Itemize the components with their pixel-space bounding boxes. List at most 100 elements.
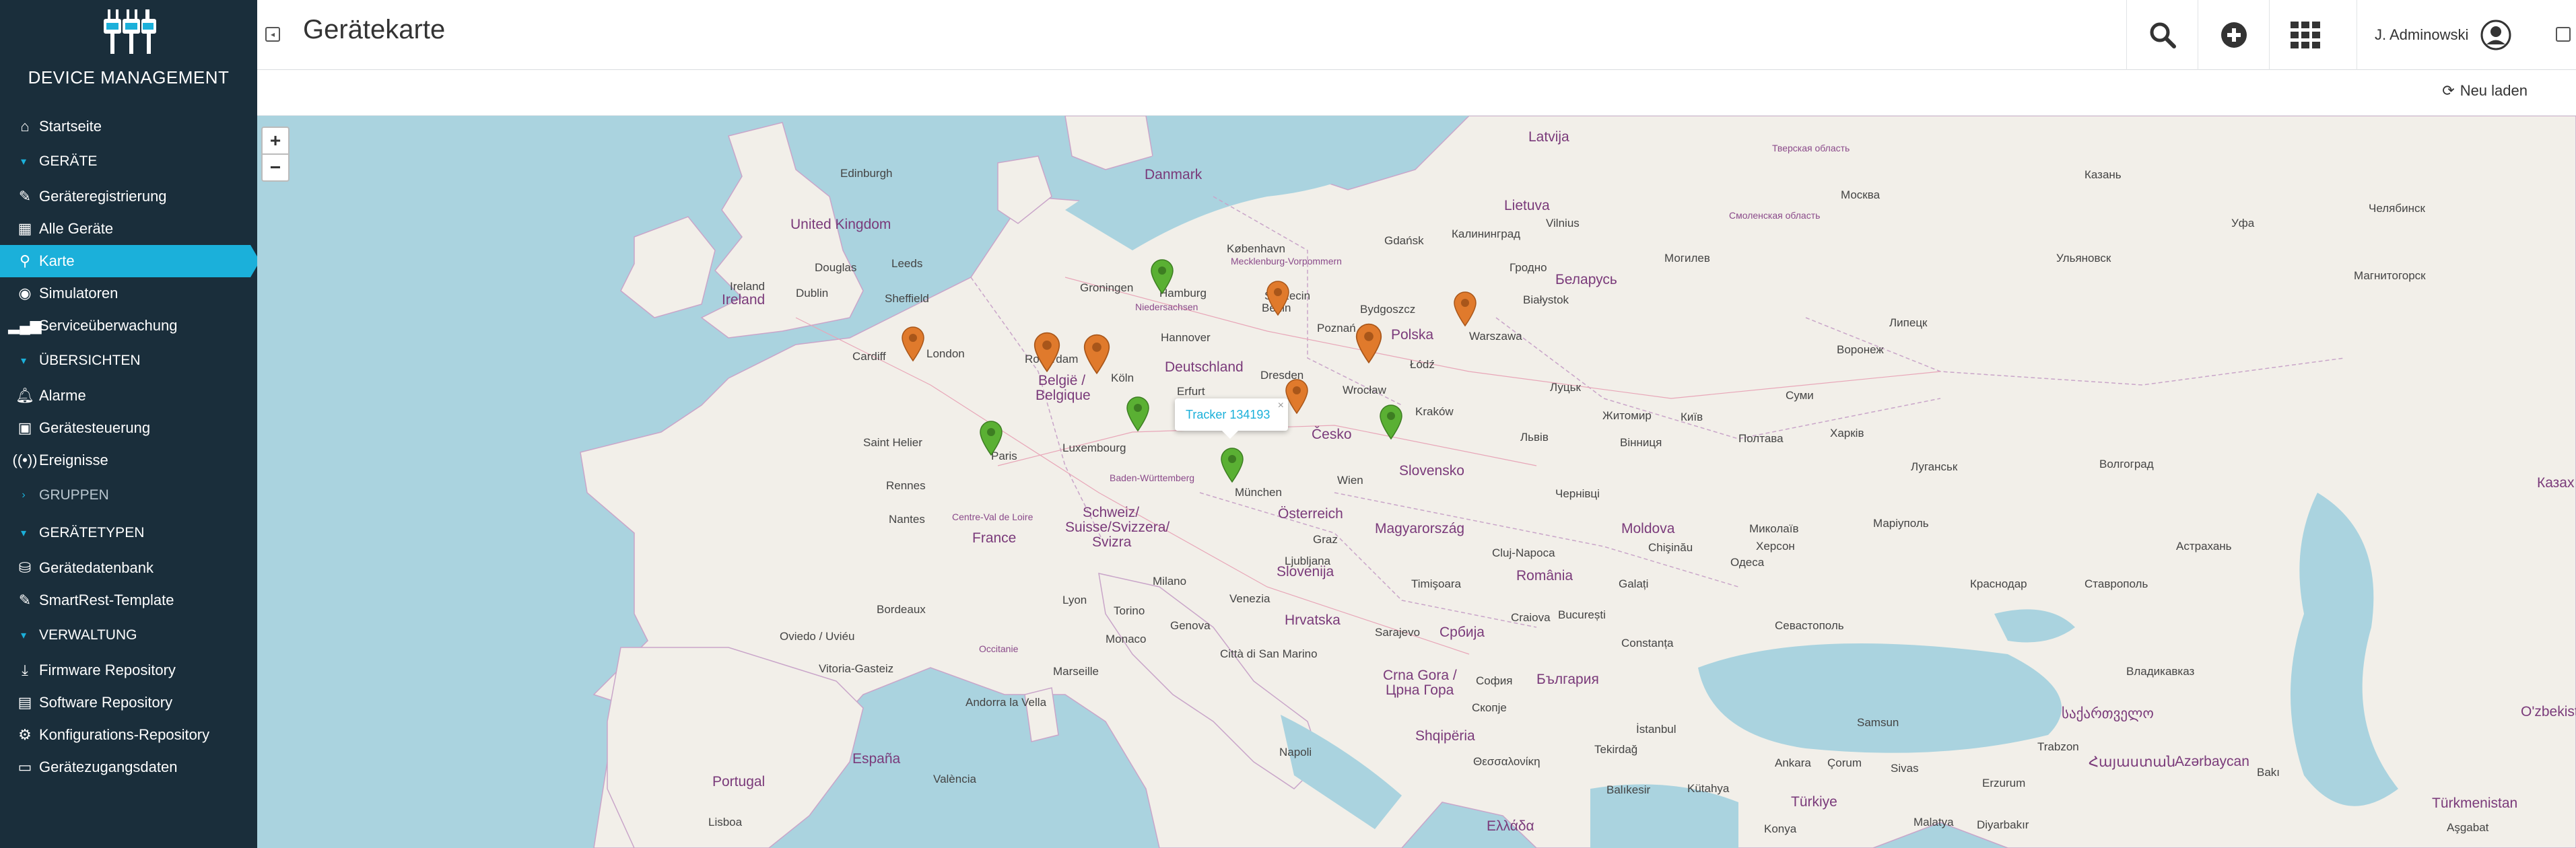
map-label: Mecklenburg-Vorpommern bbox=[1231, 256, 1342, 267]
sidebar-item-smartrest-template[interactable]: ✎ SmartRest-Template bbox=[0, 584, 257, 616]
sidebar-item-ereignisse[interactable]: ((•)) Ereignisse bbox=[0, 444, 257, 476]
device-marker[interactable] bbox=[1219, 446, 1246, 483]
search-icon bbox=[2150, 22, 2176, 48]
sidebar-item-firmware-repository[interactable]: ⤓ Firmware Repository bbox=[0, 654, 257, 686]
chevron-down-icon: ▾ bbox=[20, 156, 27, 168]
map-label: Napoli bbox=[1279, 746, 1312, 758]
map-label: Kütahya bbox=[1687, 782, 1730, 795]
device-marker[interactable] bbox=[1353, 321, 1384, 364]
sidebar-item-label: Serviceüberwachung bbox=[39, 317, 178, 334]
sidebar-item-label: Software Repository bbox=[39, 694, 173, 711]
zoom-in-button[interactable]: + bbox=[261, 127, 290, 155]
map-label: Херсон bbox=[1756, 540, 1795, 553]
sidebar-item-label: Karte bbox=[39, 252, 75, 269]
search-button[interactable] bbox=[2126, 0, 2198, 70]
map-label: Հայաստան bbox=[2089, 754, 2176, 770]
chevron-down-icon: ▾ bbox=[20, 528, 27, 539]
brand[interactable]: DEVICE MANAGEMENT bbox=[0, 0, 257, 101]
sidebar-item-geraetezugangsdaten[interactable]: ▭ Gerätezugangsdaten bbox=[0, 751, 257, 783]
sidebar-item-alarme[interactable]: 🔔︎ Alarme bbox=[0, 380, 257, 412]
map-label: Saint Helier bbox=[863, 436, 922, 449]
sidebar-item-simulatoren[interactable]: ◉ Simulatoren bbox=[0, 277, 257, 310]
map-label: Ульяновск bbox=[2056, 252, 2111, 264]
add-button[interactable] bbox=[2198, 0, 2269, 70]
map-label: Belgique bbox=[1036, 388, 1091, 403]
sidebar-group-gruppen[interactable]: › GRUPPEN bbox=[0, 476, 257, 514]
device-marker[interactable] bbox=[900, 324, 926, 362]
device-marker[interactable] bbox=[1452, 289, 1479, 327]
device-marker[interactable] bbox=[1149, 257, 1176, 295]
map-label: Venezia bbox=[1229, 592, 1270, 605]
map-label: Moldova bbox=[1621, 521, 1675, 536]
sidebar-group-verwaltung[interactable]: ▾ VERWALTUNG bbox=[0, 616, 257, 654]
map-label: Douglas bbox=[815, 261, 857, 274]
sidebar-item-geraetesteuerung[interactable]: ▣ Gerätesteuerung bbox=[0, 412, 257, 444]
events-icon: ((•)) bbox=[12, 452, 38, 468]
sidebar-group-label: ÜBERSICHTEN bbox=[39, 353, 141, 368]
map-label: Луцьк bbox=[1550, 381, 1581, 394]
map-label: Türkiye bbox=[1791, 794, 1837, 810]
map-label: Ireland bbox=[722, 292, 766, 308]
device-marker[interactable] bbox=[1264, 279, 1291, 316]
zoom-out-button[interactable]: − bbox=[261, 153, 290, 182]
sidebar-item-geraetedatenbank[interactable]: ⛁ Gerätedatenbank bbox=[0, 552, 257, 584]
sidebar-item-label: Geräteregistrierung bbox=[39, 188, 167, 205]
map-label: Österreich bbox=[1278, 506, 1343, 522]
map-label: Constanța bbox=[1621, 637, 1674, 649]
device-marker[interactable] bbox=[1031, 330, 1062, 373]
sidebar-item-geraeteregistrierung[interactable]: ✎ Geräteregistrierung bbox=[0, 180, 257, 213]
map-label: Monaco bbox=[1106, 633, 1147, 645]
sidebar-item-startseite[interactable]: ⌂ Startseite bbox=[0, 110, 257, 143]
map-label: Aşgabat bbox=[2447, 821, 2489, 834]
reload-label: Neu laden bbox=[2460, 82, 2528, 99]
sidebar-item-serviceueberwachung[interactable]: ▂▄▆ Serviceüberwachung bbox=[0, 310, 257, 342]
apps-grid-icon bbox=[2290, 22, 2320, 48]
device-marker[interactable] bbox=[1124, 394, 1151, 432]
map-label: Türkmenistan bbox=[2432, 796, 2518, 811]
map-label: Białystok bbox=[1523, 293, 1569, 306]
sidebar-group-uebersichten[interactable]: ▾ ÜBERSICHTEN bbox=[0, 342, 257, 380]
sidebar-item-karte[interactable]: ⚲ Karte bbox=[0, 245, 260, 277]
device-marker[interactable] bbox=[1081, 332, 1112, 375]
home-icon: ⌂ bbox=[20, 118, 30, 135]
map-label: Луганськ bbox=[1911, 460, 1958, 473]
sidebar-toggle-button[interactable]: ◂ bbox=[265, 27, 280, 42]
map-label: Тверская область bbox=[1772, 143, 1850, 153]
map-label: United Kingdom bbox=[790, 217, 891, 232]
right-drawer-toggle-button[interactable] bbox=[2556, 27, 2571, 42]
app-switcher-button[interactable] bbox=[2269, 0, 2340, 70]
map-label: Città di San Marino bbox=[1220, 647, 1318, 660]
chevron-down-icon: ▾ bbox=[20, 355, 27, 367]
map-label: Wrocław bbox=[1343, 384, 1386, 396]
sidebar-group-geraetetypen[interactable]: ▾ GERÄTETYPEN bbox=[0, 514, 257, 552]
map-label: København bbox=[1227, 242, 1285, 255]
map-label: Danmark bbox=[1145, 167, 1202, 182]
popup-device-link[interactable]: Tracker 134193 bbox=[1186, 408, 1270, 421]
popup-close-button[interactable]: × bbox=[1278, 400, 1284, 412]
device-marker[interactable] bbox=[978, 419, 1005, 456]
map-label: Ireland bbox=[730, 280, 765, 293]
map-label: Wien bbox=[1337, 474, 1363, 487]
map-label: Centre-Val de Loire bbox=[952, 511, 1033, 522]
device-marker[interactable] bbox=[1378, 402, 1404, 440]
map-label: İstanbul bbox=[1636, 723, 1676, 736]
device-map[interactable]: + − Latvija Lietuva Danmark København Ed… bbox=[257, 116, 2576, 848]
sidebar-group-geraete[interactable]: ▾ GERÄTE bbox=[0, 143, 257, 180]
map-label: Магнитогорск bbox=[2354, 269, 2426, 282]
sidebar-group-label: VERWALTUNG bbox=[39, 627, 137, 643]
map-label: საქართველო bbox=[2062, 706, 2154, 721]
chevron-right-icon: › bbox=[22, 489, 26, 501]
top-header: ◂ Gerätekarte J. Adminowski bbox=[257, 0, 2576, 70]
sidebar-item-konfigurations-repository[interactable]: ⚙ Konfigurations-Repository bbox=[0, 719, 257, 751]
sidebar-item-alle-geraete[interactable]: ▦ Alle Geräte bbox=[0, 213, 257, 245]
map-label: Маріуполь bbox=[1873, 517, 1929, 530]
map-label: Hannover bbox=[1161, 331, 1211, 344]
map-label: Θεσσαλονίκη bbox=[1473, 755, 1540, 768]
map-label: Warszawa bbox=[1469, 330, 1522, 343]
map-label: Suisse/Svizzera/ bbox=[1065, 520, 1170, 535]
map-label: Lietuva bbox=[1504, 198, 1550, 213]
sidebar-item-software-repository[interactable]: ▤ Software Repository bbox=[0, 686, 257, 719]
map-label: Dublin bbox=[796, 287, 829, 299]
reload-button[interactable]: ⟳ Neu laden bbox=[2442, 82, 2528, 100]
user-menu[interactable]: J. Adminowski bbox=[2357, 0, 2549, 70]
